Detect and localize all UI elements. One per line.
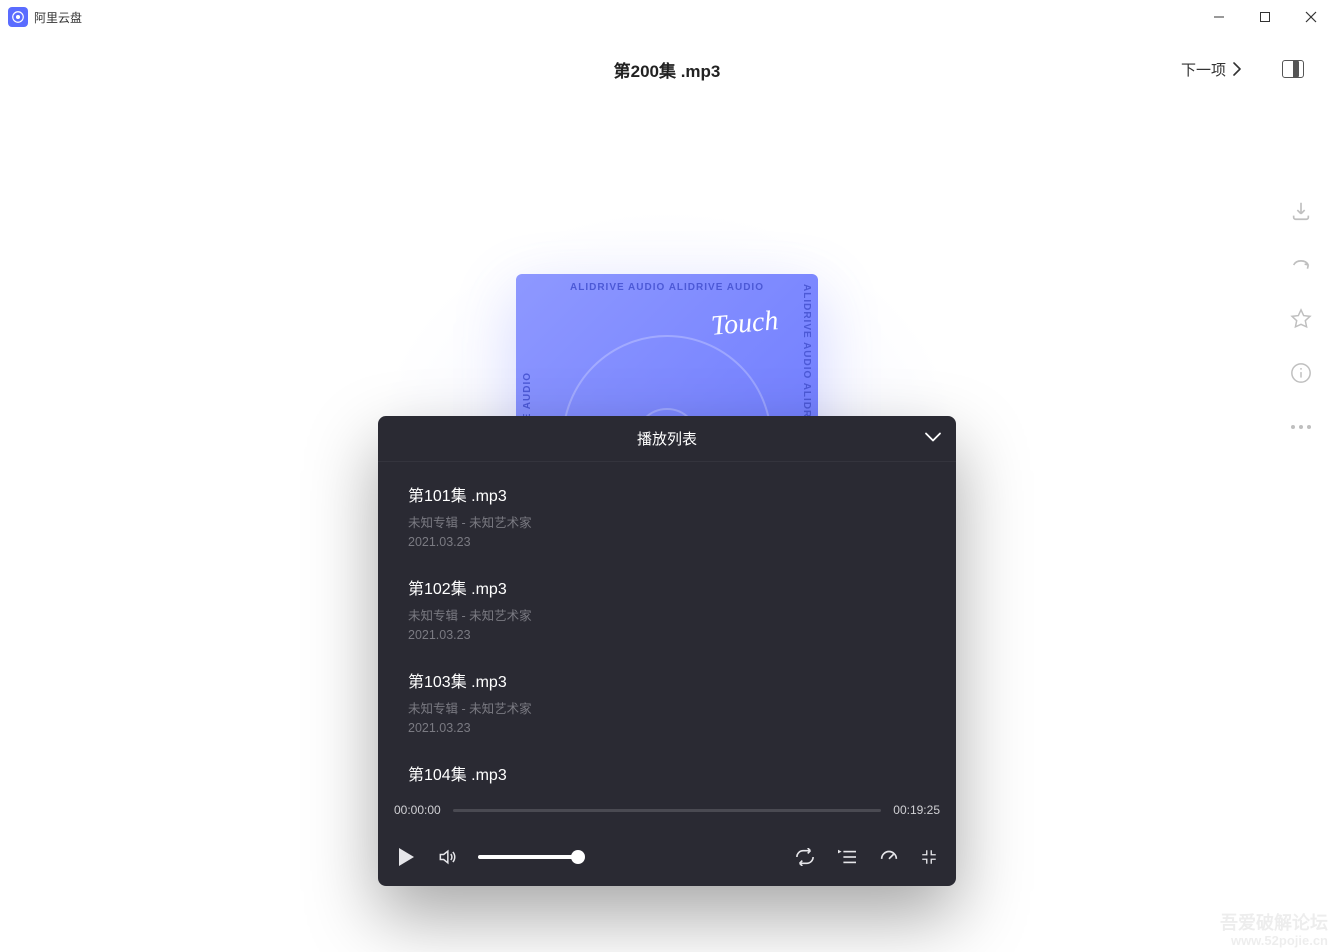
- app-logo-icon: [8, 7, 28, 27]
- loop-button[interactable]: [794, 848, 816, 866]
- maximize-button[interactable]: [1242, 0, 1288, 34]
- controls-right: [794, 846, 938, 868]
- playlist-header: 播放列表: [378, 416, 956, 462]
- side-panel-toggle-button[interactable]: [1282, 60, 1304, 78]
- page-title: 第200集 .mp3: [614, 57, 721, 82]
- window-controls: [1196, 0, 1334, 34]
- track-meta: 未知专辑 - 未知艺术家: [408, 698, 926, 717]
- play-button[interactable]: [396, 846, 416, 868]
- loop-icon: [794, 848, 816, 866]
- playlist-item[interactable]: 第102集 .mp3 未知专辑 - 未知艺术家 2021.03.23: [378, 561, 956, 654]
- track-title: 第104集 .mp3: [408, 761, 926, 785]
- playlist-title: 播放列表: [637, 428, 697, 449]
- speed-icon: [878, 846, 900, 868]
- play-icon: [396, 846, 416, 868]
- app-title: 阿里云盘: [34, 9, 82, 26]
- track-title: 第102集 .mp3: [408, 575, 926, 599]
- watermark-line2: www.52pojie.cn: [1220, 934, 1328, 948]
- next-item-button[interactable]: 下一项: [1181, 59, 1242, 80]
- chevron-down-icon: [924, 431, 942, 443]
- queue-button[interactable]: [836, 848, 858, 866]
- playlist-list[interactable]: 第101集 .mp3 未知专辑 - 未知艺术家 2021.03.23 第102集…: [378, 462, 956, 792]
- player-controls: [378, 828, 956, 886]
- track-meta: 未知专辑 - 未知艺术家: [408, 605, 926, 624]
- watermark: 吾爱破解论坛 www.52pojie.cn: [1220, 914, 1328, 948]
- page-header: 第200集 .mp3 下一项: [0, 34, 1334, 104]
- track-date: 2021.03.23: [408, 535, 926, 549]
- track-title: 第101集 .mp3: [408, 482, 926, 506]
- time-total: 00:19:25: [893, 803, 940, 817]
- playlist-collapse-button[interactable]: [924, 430, 942, 447]
- album-strip-top: ALIDRIVE AUDIO ALIDRIVE AUDIO: [516, 282, 818, 293]
- playlist-item[interactable]: 第103集 .mp3 未知专辑 - 未知艺术家 2021.03.23: [378, 654, 956, 747]
- time-elapsed: 00:00:00: [394, 803, 441, 817]
- playlist-icon: [836, 848, 858, 866]
- watermark-line1: 吾爱破解论坛: [1220, 914, 1328, 934]
- close-button[interactable]: [1288, 0, 1334, 34]
- volume-button[interactable]: [436, 847, 458, 867]
- progress-row: 00:00:00 00:19:25: [378, 792, 956, 828]
- playlist-item[interactable]: 第104集 .mp3 未知专辑 - 未知艺术家: [378, 747, 956, 792]
- minimize-button[interactable]: [1196, 0, 1242, 34]
- stage: ALIDRIVE AUDIO ALIDRIVE AUDIO ALIDRIVE A…: [0, 104, 1334, 952]
- speed-button[interactable]: [878, 846, 900, 868]
- volume-icon: [436, 847, 458, 867]
- track-meta: 未知专辑 - 未知艺术家: [408, 512, 926, 531]
- minimize-icon: [920, 848, 938, 866]
- titlebar: 阿里云盘: [0, 0, 1334, 34]
- controls-left: [396, 846, 578, 868]
- progress-bar[interactable]: [453, 809, 882, 812]
- track-date: 2021.03.23: [408, 628, 926, 642]
- player-panel: 播放列表 第101集 .mp3 未知专辑 - 未知艺术家 2021.03.23 …: [378, 416, 956, 886]
- volume-slider[interactable]: [478, 855, 578, 859]
- album-touch-text: Touch: [709, 305, 779, 343]
- volume-thumb[interactable]: [571, 850, 585, 864]
- next-item-label: 下一项: [1181, 59, 1226, 80]
- playlist-item[interactable]: 第101集 .mp3 未知专辑 - 未知艺术家 2021.03.23: [378, 468, 956, 561]
- track-date: 2021.03.23: [408, 721, 926, 735]
- header-right: 下一项: [1181, 59, 1304, 80]
- chevron-right-icon: [1232, 62, 1242, 76]
- collapse-player-button[interactable]: [920, 848, 938, 866]
- titlebar-left: 阿里云盘: [8, 7, 82, 27]
- track-title: 第103集 .mp3: [408, 668, 926, 692]
